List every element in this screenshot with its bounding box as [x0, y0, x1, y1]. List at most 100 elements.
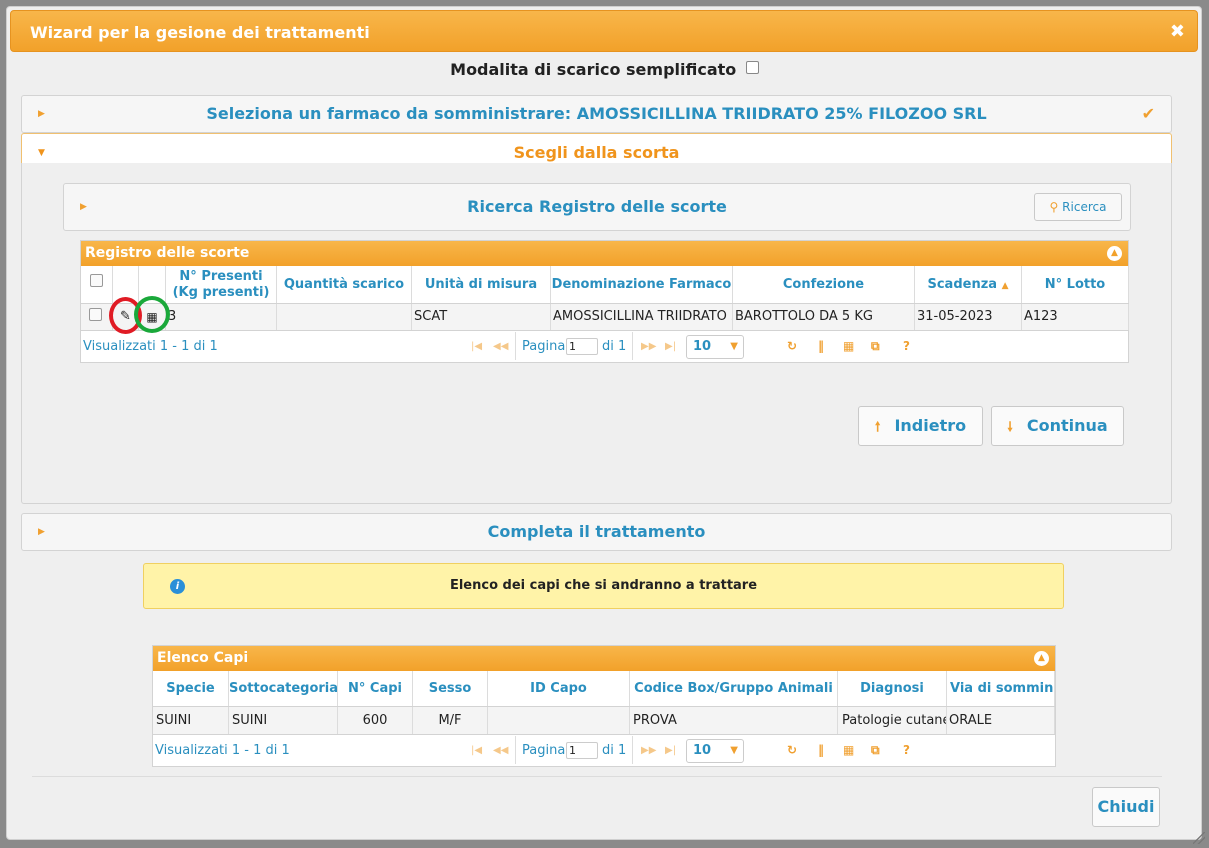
cell-unita: SCAT: [412, 304, 551, 330]
info-box: i Elenco dei capi che si andranno a trat…: [143, 563, 1064, 609]
collapse-grid-icon[interactable]: ▲: [1034, 651, 1049, 666]
cell-specie: SUINI: [153, 707, 229, 734]
magnifier-icon: ⚲: [1049, 200, 1059, 214]
next-page-icon[interactable]: ▶▶: [641, 745, 656, 756]
resize-grip-icon[interactable]: [1193, 832, 1205, 844]
stock-registry-caption-text: Registro delle scorte: [85, 245, 250, 261]
simplified-mode-toggle: Modalita di scarico semplificato: [0, 60, 1209, 79]
columns-icon[interactable]: ‖: [818, 743, 824, 757]
chevron-down-icon: ▼: [730, 341, 738, 352]
animals-caption-text: Elenco Capi: [157, 650, 249, 666]
cell-presenti: 3: [166, 304, 277, 330]
export-grid-icon[interactable]: ▦: [843, 339, 854, 353]
stock-registry-grid: Registro delle scorte ▲ N° Presenti (Kg …: [80, 240, 1129, 363]
arrow-up-icon: 🠕: [874, 420, 881, 435]
step-select-drug-header[interactable]: ▶ Seleziona un farmaco da somministrare:…: [21, 95, 1172, 133]
footer-divider: [32, 776, 1162, 777]
cell-quantita[interactable]: [277, 304, 412, 330]
collapse-grid-icon[interactable]: ▲: [1107, 246, 1122, 261]
cell-id-capo: [488, 707, 630, 734]
col-sesso[interactable]: Sesso: [413, 671, 488, 706]
col-confezione[interactable]: Confezione: [733, 266, 915, 303]
columns-icon[interactable]: ‖: [818, 339, 824, 353]
expand-triangle-icon: ▶: [80, 202, 87, 212]
col-specie[interactable]: Specie: [153, 671, 229, 706]
simplified-mode-label: Modalita di scarico semplificato: [450, 60, 737, 79]
col-scadenza[interactable]: Scadenza ▲: [915, 266, 1022, 303]
col-via[interactable]: Via di somminis: [947, 671, 1055, 706]
last-page-icon[interactable]: ▶|: [665, 341, 676, 352]
dialog-titlebar[interactable]: Wizard per la gesione dei trattamenti ✖: [10, 10, 1198, 52]
page-input[interactable]: 1: [566, 338, 598, 355]
cell-lotto: A123: [1022, 304, 1129, 330]
simplified-mode-checkbox[interactable]: [745, 61, 759, 74]
table-row[interactable]: SUINI SUINI 600 M/F PROVA Patologie cuta…: [153, 707, 1055, 735]
header-spacer: [139, 266, 166, 303]
col-presenti-line2: (Kg presenti): [172, 285, 270, 300]
back-button-label: Indietro: [894, 416, 967, 435]
page-label: Pagina: [522, 743, 566, 758]
col-diagnosi[interactable]: Diagnosi: [838, 671, 947, 706]
step-choose-stock-header[interactable]: ▼ Scegli dalla scorta: [21, 133, 1172, 164]
stock-registry-caption: Registro delle scorte ▲: [81, 241, 1128, 266]
col-id-capo[interactable]: ID Capo: [488, 671, 630, 706]
page-input[interactable]: 1: [566, 742, 598, 759]
cell-confezione: BAROTTOLO DA 5 KG: [733, 304, 915, 330]
col-n-capi[interactable]: N° Capi: [338, 671, 413, 706]
grid-pager: Visualizzati 1 - 1 di 1 |◀ ◀◀ Pagina 1 d…: [81, 332, 1128, 362]
close-icon[interactable]: ✖: [1170, 21, 1185, 42]
search-button[interactable]: ⚲ Ricerca: [1034, 193, 1122, 221]
info-icon: i: [170, 579, 185, 594]
dialog-title: Wizard per la gesione dei trattamenti: [30, 23, 370, 42]
pager-divider: [632, 332, 633, 360]
grid-header-row: Specie Sottocategoria N° Capi Sesso ID C…: [153, 671, 1055, 707]
next-page-icon[interactable]: ▶▶: [641, 341, 656, 352]
export-grid-icon[interactable]: ▦: [843, 743, 854, 757]
step-complete-treatment-header[interactable]: ▶ Completa il trattamento: [21, 513, 1172, 551]
popout-icon[interactable]: ⧉: [871, 339, 880, 354]
page-size-select[interactable]: 10 ▼: [686, 335, 744, 359]
col-lotto[interactable]: N° Lotto: [1022, 266, 1129, 303]
col-denominazione[interactable]: Denominazione Farmaco: [551, 266, 733, 303]
help-icon[interactable]: ?: [903, 743, 910, 757]
col-unita[interactable]: Unità di misura: [412, 266, 551, 303]
help-icon[interactable]: ?: [903, 339, 910, 353]
select-all-checkbox[interactable]: [90, 274, 103, 287]
refresh-icon[interactable]: ↻: [787, 339, 797, 353]
checkmark-icon: ✔: [1141, 104, 1155, 123]
arrow-down-icon: 🠗: [1007, 420, 1013, 435]
cell-scadenza: 31-05-2023: [915, 304, 1022, 330]
grid-header-row: N° Presenti (Kg presenti) Quantità scari…: [81, 266, 1129, 304]
table-row[interactable]: ✎ ▦ 3 SCAT AMOSSICILLINA TRIIDRATO 25% B…: [81, 304, 1129, 331]
col-quantita[interactable]: Quantità scarico: [277, 266, 412, 303]
animals-caption: Elenco Capi ▲: [153, 646, 1055, 671]
page-size-select[interactable]: 10 ▼: [686, 739, 744, 763]
sort-asc-icon: ▲: [1001, 281, 1009, 291]
pager-info: Visualizzati 1 - 1 di 1: [83, 339, 218, 354]
col-sottocategoria[interactable]: Sottocategoria: [229, 671, 338, 706]
page-size-value: 10: [693, 743, 712, 758]
page-size-value: 10: [693, 339, 712, 354]
search-registry-panel[interactable]: ▶ Ricerca Registro delle scorte ⚲ Ricerc…: [63, 183, 1131, 231]
expand-triangle-icon: ▶: [38, 527, 45, 537]
popout-icon[interactable]: ⧉: [871, 743, 880, 758]
prev-page-icon[interactable]: ◀◀: [493, 341, 508, 352]
col-scadenza-label: Scadenza: [927, 277, 998, 292]
page-label: Pagina: [522, 339, 566, 354]
col-codice-box[interactable]: Codice Box/Gruppo Animali: [630, 671, 838, 706]
prev-page-icon[interactable]: ◀◀: [493, 745, 508, 756]
first-page-icon[interactable]: |◀: [471, 341, 482, 352]
row-select-cell: [81, 304, 113, 330]
col-presenti[interactable]: N° Presenti (Kg presenti): [166, 266, 277, 303]
edit-icon[interactable]: ✎: [113, 304, 139, 330]
row-select-checkbox[interactable]: [89, 308, 102, 321]
first-page-icon[interactable]: |◀: [471, 745, 482, 756]
continue-button[interactable]: 🠗 Continua: [991, 406, 1124, 446]
grid-detail-icon[interactable]: ▦: [139, 304, 166, 330]
last-page-icon[interactable]: ▶|: [665, 745, 676, 756]
back-button[interactable]: 🠕 Indietro: [858, 406, 983, 446]
refresh-icon[interactable]: ↻: [787, 743, 797, 757]
close-dialog-button[interactable]: Chiudi: [1092, 787, 1160, 827]
pager-info: Visualizzati 1 - 1 di 1: [155, 743, 290, 758]
info-text: Elenco dei capi che si andranno a tratta…: [449, 578, 758, 593]
